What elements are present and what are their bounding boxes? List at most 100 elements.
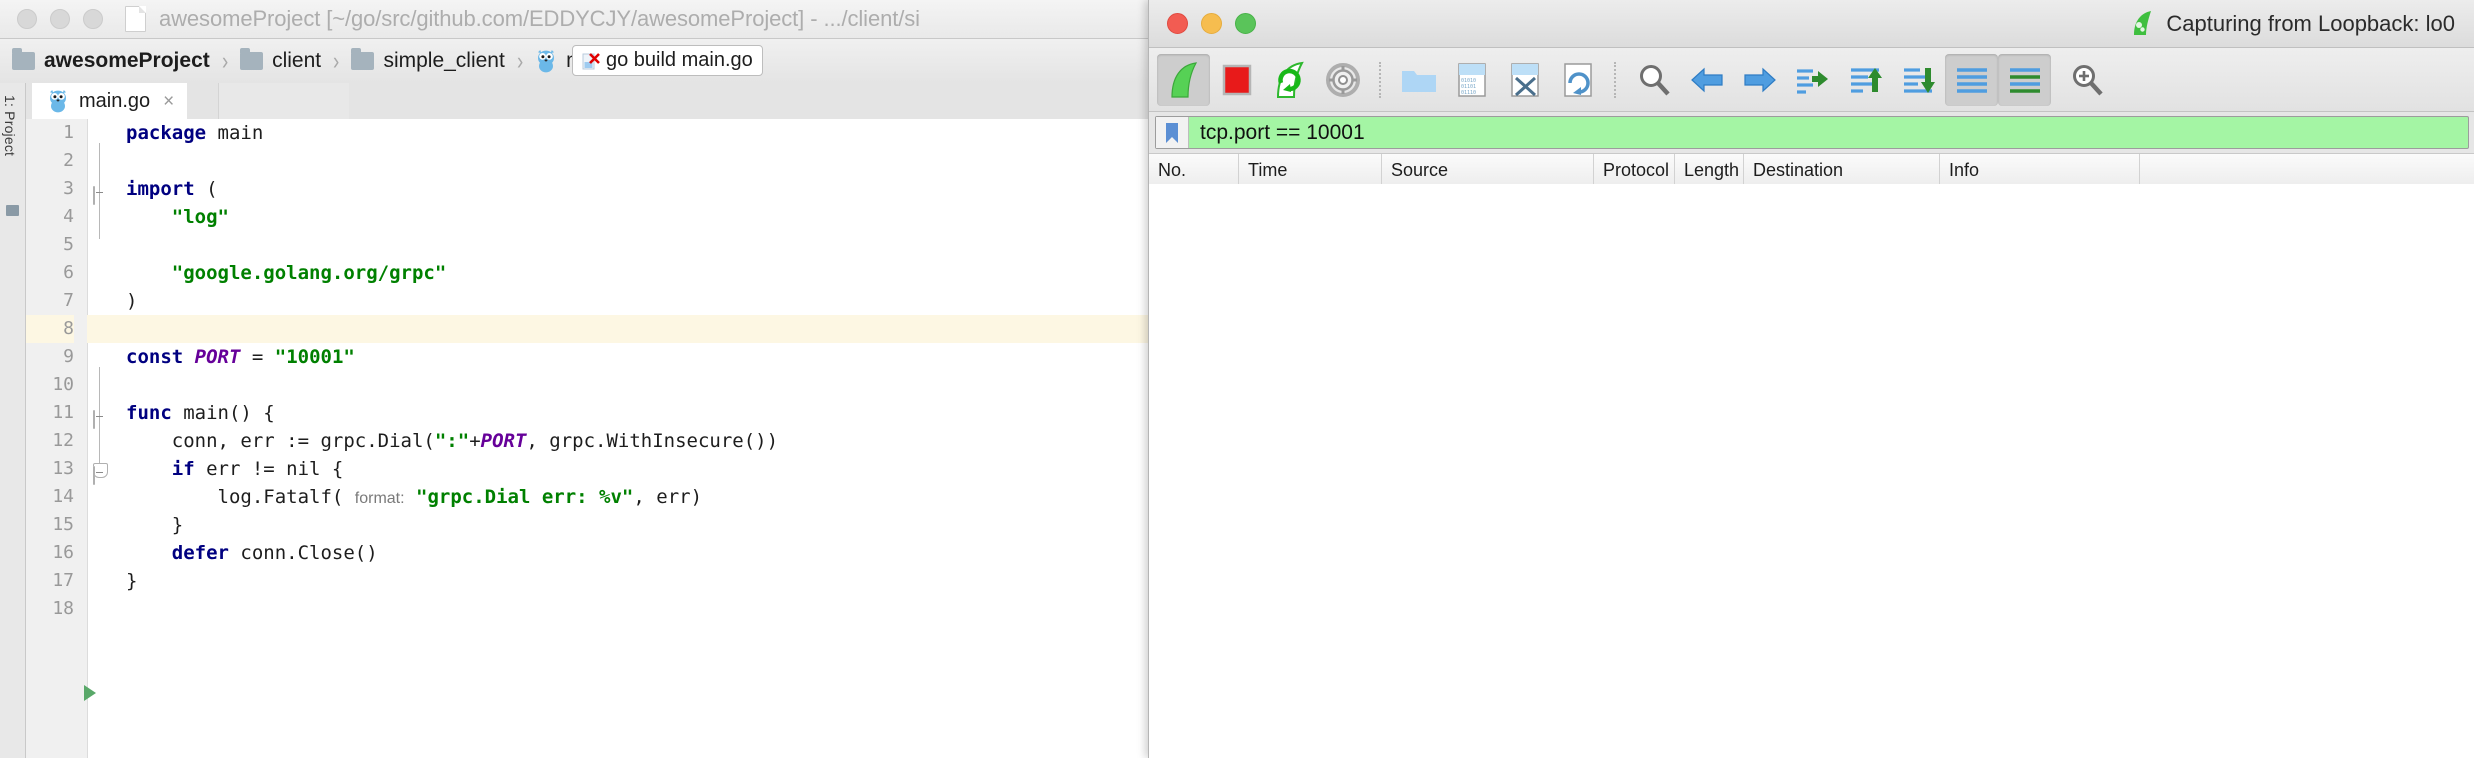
code-line: 14 log.Fatalf( format: "grpc.Dial err: %…: [26, 483, 1148, 511]
toolbar-separator: [1379, 61, 1382, 98]
ide-minimize-button[interactable]: [50, 9, 70, 29]
structure-icon[interactable]: [6, 205, 19, 216]
bookmark-glyph-icon: [1166, 122, 1178, 143]
go-forward-button[interactable]: [1733, 54, 1786, 106]
ide-window-title: awesomeProject [~/go/src/github.com/EDDY…: [159, 6, 920, 31]
colorize-button[interactable]: [1998, 53, 2051, 106]
wireshark-window: Capturing from Loopback: lo0 01010 01101…: [1148, 0, 2474, 758]
column-header-destination[interactable]: Destination: [1744, 154, 1940, 186]
run-configuration-selector[interactable]: go build main.go: [572, 45, 763, 76]
breadcrumb-separator-icon: ›: [516, 46, 524, 75]
ide-zoom-button[interactable]: [83, 9, 103, 29]
code-lines: 1 package main 2 3 import ( 4 "log" 5 6 …: [26, 119, 1148, 758]
stop-capture-button[interactable]: [1210, 54, 1263, 106]
bookmark-icon[interactable]: [1156, 117, 1189, 148]
code-line: 2: [26, 147, 1148, 175]
breadcrumb-separator-icon: ›: [333, 46, 340, 75]
fold-toggle-icon[interactable]: [93, 406, 108, 429]
wireshark-close-button[interactable]: [1167, 13, 1188, 34]
screen-root: awesomeProject [~/go/src/github.com/EDDY…: [0, 0, 2474, 758]
breadcrumb-item-awesomeProject[interactable]: awesomeProject: [12, 39, 210, 83]
ide-window-controls[interactable]: [17, 9, 103, 29]
zoom-in-button[interactable]: [2060, 54, 2113, 106]
go-gopher-icon: [538, 50, 555, 73]
folder-icon: [351, 48, 375, 70]
close-icon[interactable]: ×: [163, 92, 174, 111]
breadcrumb-label: client: [272, 49, 322, 72]
run-configuration-label: go build main.go: [606, 49, 753, 71]
line-number: 7: [63, 290, 74, 311]
breadcrumb-separator-icon: ›: [221, 46, 229, 75]
breadcrumb-item-client[interactable]: client: [240, 39, 321, 83]
code-line: 5: [26, 231, 1148, 259]
go-to-last-button[interactable]: [1892, 54, 1945, 106]
breadcrumb-label: awesomeProject: [44, 49, 210, 72]
code-line: 6 "google.golang.org/grpc": [26, 259, 1148, 287]
wireshark-minimize-button[interactable]: [1201, 13, 1222, 34]
line-number: 1: [63, 122, 74, 143]
column-header-no[interactable]: No.: [1149, 154, 1239, 186]
code-line: 11 func main() {: [26, 399, 1148, 701]
inlay-hint-format: format:: [354, 490, 405, 507]
go-to-packet-button[interactable]: [1786, 54, 1839, 106]
wireshark-title-group: Capturing from Loopback: lo0: [2130, 0, 2455, 47]
wireshark-zoom-button[interactable]: [1235, 13, 1256, 34]
autoscroll-button[interactable]: [1945, 53, 1998, 106]
wireshark-toolbar: 01010 01101 01110: [1149, 48, 2474, 112]
column-header-source[interactable]: Source: [1382, 154, 1594, 186]
code-editor[interactable]: 1 package main 2 3 import ( 4 "log" 5 6 …: [26, 119, 1148, 758]
go-back-button[interactable]: [1680, 54, 1733, 106]
capture-options-button[interactable]: [1316, 54, 1369, 106]
ide-close-button[interactable]: [17, 9, 37, 29]
wireshark-fin-capturing-icon: [2134, 11, 2152, 35]
magnifier-icon: [1639, 64, 1670, 96]
fold-toggle-icon[interactable]: [93, 182, 108, 205]
wireshark-title-bar: Capturing from Loopback: lo0: [1149, 0, 2474, 48]
open-file-button[interactable]: [1392, 54, 1445, 106]
folder-icon: [240, 48, 264, 70]
code-line: 4 "log": [26, 203, 1148, 231]
wireshark-window-controls[interactable]: [1167, 13, 1256, 34]
packet-list[interactable]: [1149, 184, 2474, 758]
breadcrumb-label: simple_client: [383, 49, 505, 72]
start-capture-button[interactable]: [1157, 53, 1210, 106]
goland-ide-window: awesomeProject [~/go/src/github.com/EDDY…: [0, 0, 1148, 758]
column-header-time[interactable]: Time: [1239, 154, 1382, 186]
code-line: 18: [26, 595, 1148, 623]
arrow-right-icon: [1743, 67, 1776, 92]
reload-file-button[interactable]: [1551, 54, 1604, 106]
line-number: 16: [52, 542, 74, 563]
ide-title-bar: awesomeProject [~/go/src/github.com/EDDY…: [0, 0, 1148, 39]
sidebar-item-project[interactable]: 1: Project: [2, 95, 18, 156]
display-filter-input[interactable]: tcp.port == 10001: [1155, 116, 2469, 149]
editor-tab-bar: main.go ×: [26, 83, 1148, 120]
breadcrumb-item-simple_client[interactable]: simple_client: [351, 39, 505, 83]
code-line: 15 }: [26, 511, 1148, 539]
column-header-length[interactable]: Length: [1675, 154, 1744, 186]
line-number: 13: [52, 458, 74, 479]
go-build-error-icon: [582, 51, 600, 71]
code-line: 9 const PORT = "10001": [26, 343, 1148, 371]
shark-fin-green-icon: [1170, 61, 1197, 98]
go-to-first-button[interactable]: [1839, 54, 1892, 106]
code-line: 1 package main: [26, 119, 1148, 147]
close-file-button[interactable]: [1498, 54, 1551, 106]
zoom-in-magnifier-icon: [2072, 64, 2103, 96]
column-header-protocol[interactable]: Protocol: [1594, 154, 1675, 186]
display-filter-bar: tcp.port == 10001: [1149, 112, 2474, 154]
line-number: 17: [52, 570, 74, 591]
line-number: 15: [52, 514, 74, 535]
ide-navigation-bar: awesomeProject › client › simple_client …: [0, 39, 1148, 84]
line-number: 12: [52, 430, 74, 451]
fold-toggle-icon[interactable]: [93, 462, 108, 485]
folder-icon: [1401, 70, 1436, 92]
column-header-info[interactable]: Info: [1940, 154, 2140, 186]
find-packet-button[interactable]: [1627, 54, 1680, 106]
tab-main-go[interactable]: main.go ×: [32, 83, 188, 119]
line-number: 14: [52, 486, 74, 507]
run-gutter-icon[interactable]: [84, 685, 96, 701]
svg-text:01110: 01110: [1461, 90, 1476, 96]
restart-capture-button[interactable]: [1263, 54, 1316, 106]
save-file-button[interactable]: 01010 01101 01110: [1445, 54, 1498, 106]
code-line: 3 import (: [26, 175, 1148, 205]
